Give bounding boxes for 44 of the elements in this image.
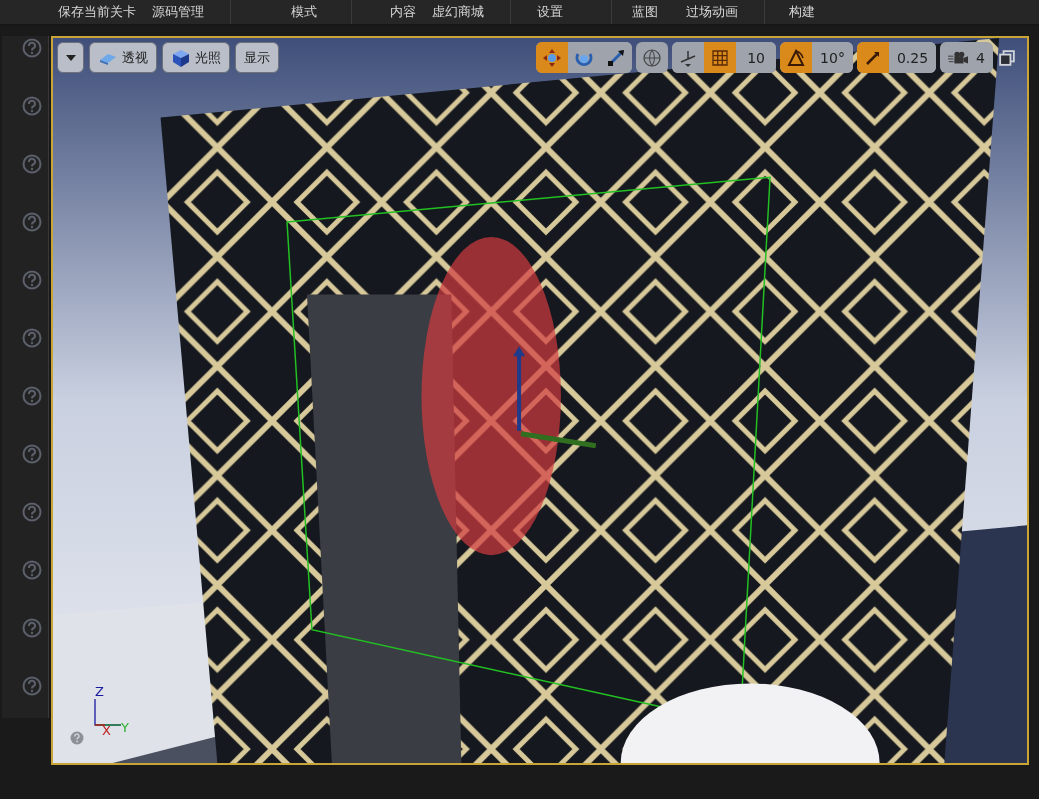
help-icon[interactable]	[22, 96, 42, 116]
axis-label: Y	[121, 721, 129, 734]
axis-label: X	[102, 724, 111, 737]
axis-label: Z	[95, 685, 104, 698]
menu-item[interactable]: 过场动画	[678, 0, 765, 24]
help-icon[interactable]	[22, 676, 42, 696]
perspective-button[interactable]: 透视	[89, 42, 157, 73]
menu-item[interactable]: 源码管理	[144, 0, 231, 24]
axis-gizmo-icon	[93, 697, 123, 727]
help-icon[interactable]	[22, 38, 42, 58]
transform-gizmo-drawing[interactable]	[513, 346, 597, 449]
menu-item[interactable]: 虚幻商城	[424, 0, 511, 24]
rotation-snap-toggle[interactable]	[780, 42, 813, 73]
triangle-angle-icon	[786, 47, 807, 68]
help-icon[interactable]	[22, 502, 42, 522]
help-icon[interactable]	[22, 328, 42, 348]
menu-item[interactable]: 设置	[521, 0, 612, 24]
help-icon[interactable]	[22, 154, 42, 174]
globe-icon	[642, 47, 663, 68]
menu-item[interactable]: 保存当前关卡	[50, 0, 144, 24]
scale-arrow-icon	[606, 47, 627, 68]
lighting-button[interactable]: 光照	[162, 42, 230, 73]
help-icon[interactable]	[22, 444, 42, 464]
menu-item[interactable]: 构建	[781, 0, 823, 24]
cube-icon	[171, 47, 191, 68]
grid-snap-toggle[interactable]	[704, 42, 737, 73]
menu-item[interactable]: 内容	[382, 0, 424, 24]
caret-icon	[65, 54, 76, 61]
scale-snap-toggle[interactable]	[856, 42, 889, 73]
help-icon[interactable]	[22, 270, 42, 290]
world-button[interactable]	[636, 42, 669, 73]
dropdown-button[interactable]	[57, 42, 84, 73]
help-icon[interactable]	[70, 731, 84, 745]
show-button[interactable]: 显示	[235, 42, 279, 73]
move-arrows-icon	[542, 47, 563, 68]
menu-item[interactable]: 蓝图	[612, 0, 678, 24]
grid-icon	[710, 47, 731, 68]
help-icon[interactable]	[22, 386, 42, 406]
menu-item[interactable]: 模式	[269, 0, 352, 24]
help-icon[interactable]	[22, 560, 42, 580]
windows-icon	[999, 49, 1015, 66]
move-tool-button[interactable]	[536, 42, 569, 73]
help-icon[interactable]	[22, 618, 42, 638]
help-icon[interactable]	[22, 212, 42, 232]
